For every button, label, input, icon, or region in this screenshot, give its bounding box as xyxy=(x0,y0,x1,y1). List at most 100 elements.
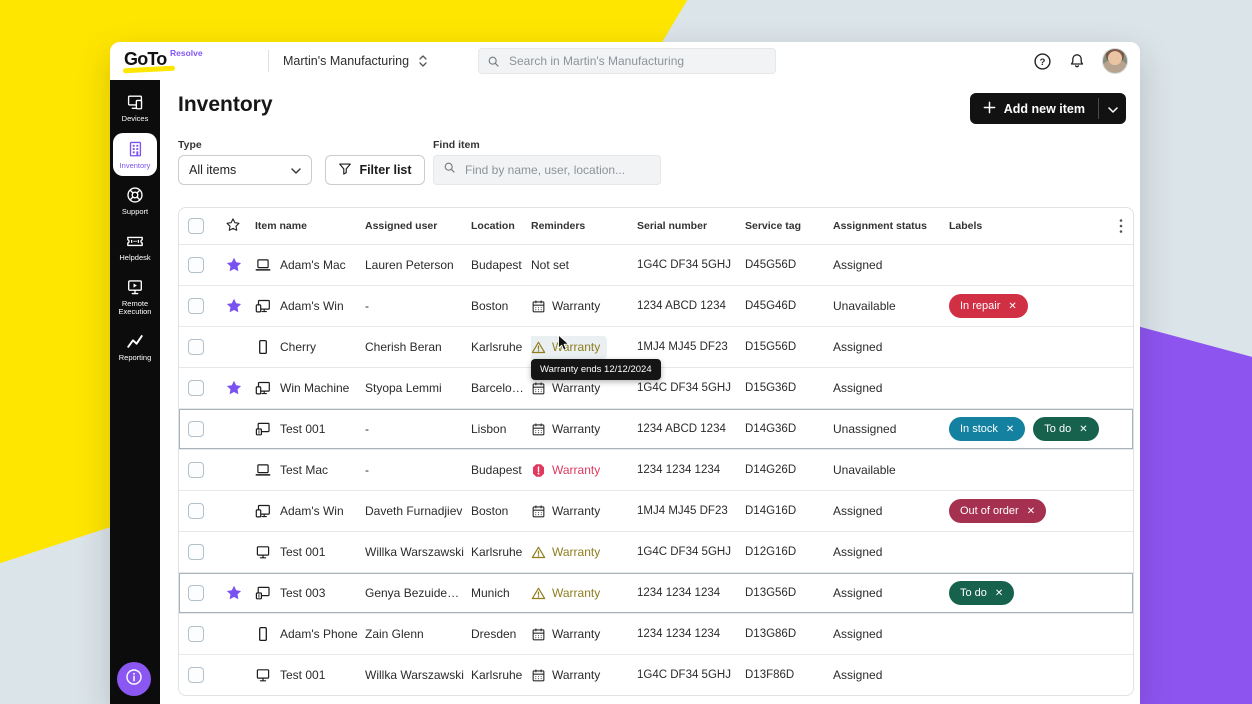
label-remove-icon[interactable]: ✕ xyxy=(1006,424,1014,435)
add-new-item-label: Add new item xyxy=(1004,102,1085,116)
item-name-cell[interactable]: Test 001 xyxy=(255,421,365,437)
location-cell: Karlsruhe xyxy=(471,545,531,559)
col-header-item-name[interactable]: Item name xyxy=(255,220,365,232)
label-remove-icon[interactable]: ✕ xyxy=(1027,506,1035,517)
monitor-icon xyxy=(255,544,271,560)
org-selector[interactable]: Martin's Manufacturing xyxy=(283,53,428,69)
type-filter-select[interactable]: All items xyxy=(178,155,312,185)
sidebar-item-remote-execution[interactable]: Remote Execution xyxy=(110,270,160,324)
goto-logo[interactable]: GoTo Resolve xyxy=(124,48,212,74)
service-tag-cell: D15G36D xyxy=(745,382,833,394)
kebab-icon[interactable] xyxy=(1109,218,1133,234)
star-filled-icon[interactable] xyxy=(225,379,243,397)
star-outline-icon[interactable] xyxy=(225,217,243,235)
assigned-user-cell: Willka Warszawski xyxy=(365,545,471,559)
row-checkbox[interactable] xyxy=(188,462,204,478)
star-filled-icon[interactable] xyxy=(225,256,243,274)
row-checkbox[interactable] xyxy=(188,503,204,519)
sidebar-item-inventory[interactable]: Inventory xyxy=(113,133,157,177)
label-pill[interactable]: To do✕ xyxy=(1033,417,1098,441)
select-all-checkbox[interactable] xyxy=(188,218,204,234)
label-pill[interactable]: Out of order✕ xyxy=(949,499,1046,523)
topbar-divider xyxy=(268,50,269,72)
row-checkbox[interactable] xyxy=(188,544,204,560)
service-tag-cell: D45G46D xyxy=(745,300,833,312)
add-new-item-button[interactable]: Add new item xyxy=(970,93,1098,124)
find-item-input[interactable] xyxy=(463,162,651,178)
item-name-cell[interactable]: Test Mac xyxy=(255,462,365,478)
col-header-serial-number[interactable]: Serial number xyxy=(637,220,745,232)
reminder[interactable]: Warranty xyxy=(531,418,607,441)
sidebar-item-devices[interactable]: Devices xyxy=(110,85,160,131)
item-name-cell[interactable]: Test 001 xyxy=(255,544,365,560)
item-name-cell[interactable]: Win Machine xyxy=(255,380,365,396)
add-new-item-menu-button[interactable] xyxy=(1099,93,1126,124)
warranty-tooltip: Warranty ends 12/12/2024 xyxy=(531,359,661,380)
row-checkbox[interactable] xyxy=(188,421,204,437)
avatar[interactable] xyxy=(1102,48,1128,74)
desktop-phone-icon xyxy=(255,298,271,314)
item-name-cell[interactable]: Test 003 xyxy=(255,585,365,601)
reminder[interactable]: Warranty xyxy=(531,500,607,523)
sidebar-item-helpdesk[interactable]: Helpdesk xyxy=(110,224,160,270)
bell-icon[interactable] xyxy=(1068,53,1085,70)
phone-icon xyxy=(255,626,271,642)
labels-cell: Out of order✕ xyxy=(949,499,1109,523)
reminder[interactable]: Warranty xyxy=(531,623,607,646)
help-icon[interactable]: ? xyxy=(1034,53,1051,70)
main-content: Inventory Add new item Type All items xyxy=(160,80,1140,704)
col-header-labels[interactable]: Labels xyxy=(949,220,1109,232)
reminder[interactable]: Warranty xyxy=(531,459,607,482)
col-header-service-tag[interactable]: Service tag xyxy=(745,220,833,232)
label-pill[interactable]: To do✕ xyxy=(949,581,1014,605)
location-cell: Boston xyxy=(471,299,531,313)
item-name-cell[interactable]: Adam's Win xyxy=(255,503,365,519)
global-search-input[interactable] xyxy=(507,53,767,69)
reminder[interactable]: Warranty xyxy=(531,541,607,564)
filter-list-button[interactable]: Filter list xyxy=(325,155,425,185)
reminder[interactable]: Warranty xyxy=(531,295,607,318)
col-header-location[interactable]: Location xyxy=(471,220,531,232)
label-pill[interactable]: In stock✕ xyxy=(949,417,1025,441)
label-remove-icon[interactable]: ✕ xyxy=(1079,424,1087,435)
type-filter-label: Type xyxy=(178,139,202,151)
reminder[interactable]: Warranty xyxy=(531,664,607,687)
label-remove-icon[interactable]: ✕ xyxy=(995,588,1003,599)
sidebar-item-reporting[interactable]: Reporting xyxy=(110,324,160,370)
item-name-cell[interactable]: Adam's Mac xyxy=(255,257,365,273)
item-name-cell[interactable]: Adam's Win xyxy=(255,298,365,314)
sidebar-item-support[interactable]: Support xyxy=(110,178,160,224)
serial-number-cell: 1234 1234 1234 xyxy=(637,464,745,476)
star-filled-icon[interactable] xyxy=(225,584,243,602)
row-checkbox[interactable] xyxy=(188,626,204,642)
item-name-text: Adam's Win xyxy=(280,299,344,313)
reminder[interactable]: Warranty xyxy=(531,582,607,605)
row-checkbox[interactable] xyxy=(188,585,204,601)
assignment-status-cell: Assigned xyxy=(833,504,949,518)
star-filled-icon[interactable] xyxy=(225,297,243,315)
checkbox-cell xyxy=(179,380,213,396)
row-checkbox[interactable] xyxy=(188,339,204,355)
label-pill[interactable]: In repair✕ xyxy=(949,294,1028,318)
info-button[interactable] xyxy=(117,662,151,696)
item-name-cell[interactable]: Test 001 xyxy=(255,667,365,683)
row-checkbox[interactable] xyxy=(188,380,204,396)
row-checkbox[interactable] xyxy=(188,298,204,314)
global-search[interactable] xyxy=(478,48,776,74)
row-checkbox[interactable] xyxy=(188,257,204,273)
table-row: Test 001Willka WarszawskiKarlsruheWarran… xyxy=(179,654,1133,695)
item-name-cell[interactable]: Cherry xyxy=(255,339,365,355)
col-header-reminders[interactable]: Reminders xyxy=(531,220,637,232)
item-name-text: Adam's Phone xyxy=(280,627,358,641)
item-name-cell[interactable]: Adam's Phone xyxy=(255,626,365,642)
col-header-assignment-status[interactable]: Assignment status xyxy=(833,220,949,232)
assigned-user-cell: - xyxy=(365,463,471,477)
table-row: Adam's PhoneZain GlennDresdenWarranty123… xyxy=(179,613,1133,654)
table-row: Test 001Willka WarszawskiKarlsruheWarran… xyxy=(179,531,1133,572)
col-header-assigned-user[interactable]: Assigned user xyxy=(365,220,471,232)
location-cell: Karlsruhe xyxy=(471,668,531,682)
label-remove-icon[interactable]: ✕ xyxy=(1008,301,1016,312)
find-item-field[interactable] xyxy=(433,155,661,185)
row-checkbox[interactable] xyxy=(188,667,204,683)
assignment-status-cell: Assigned xyxy=(833,545,949,559)
